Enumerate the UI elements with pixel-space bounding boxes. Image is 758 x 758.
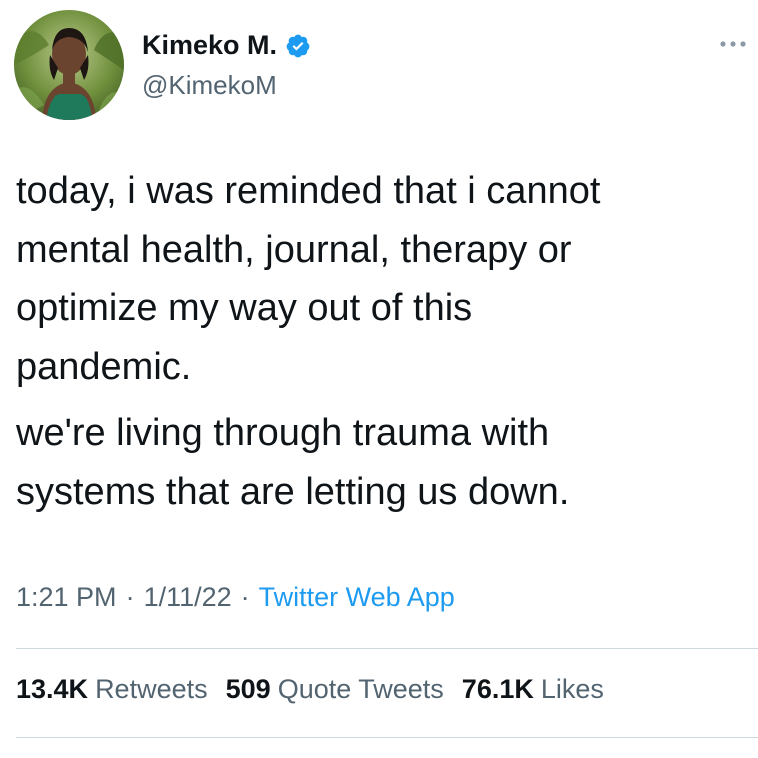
- tweet-source-link[interactable]: Twitter Web App: [259, 582, 455, 613]
- tweet-date[interactable]: 1/11/22: [144, 582, 232, 613]
- tweet-text: today, i was reminded that i cannot ment…: [16, 162, 736, 521]
- avatar[interactable]: [14, 10, 124, 120]
- quote-tweets-label: Quote Tweets: [277, 674, 444, 704]
- author-name-row: Kimeko M.: [142, 30, 311, 61]
- tweet-paragraph: today, i was reminded that i cannot ment…: [16, 170, 601, 388]
- retweets-count: 13.4K: [16, 674, 89, 704]
- author-handle[interactable]: @KimekoM: [142, 70, 277, 101]
- likes-label: Likes: [540, 674, 604, 704]
- avatar-photo: [14, 10, 124, 120]
- more-options-icon[interactable]: [716, 34, 750, 54]
- retweets-stat[interactable]: 13.4K Retweets: [16, 674, 208, 705]
- tweet-paragraph: we're living through trauma with systems…: [16, 412, 570, 513]
- tweet-time[interactable]: 1:21 PM: [16, 582, 117, 613]
- likes-stat[interactable]: 76.1K Likes: [462, 674, 604, 705]
- tweet-meta: 1:21 PM · 1/11/22 · Twitter Web App: [16, 582, 455, 613]
- quote-tweets-count: 509: [225, 674, 271, 704]
- meta-separator: ·: [125, 582, 135, 612]
- verified-badge-icon: [285, 33, 311, 59]
- retweets-label: Retweets: [95, 674, 208, 704]
- tweet-card: Kimeko M. @KimekoM today, i was reminded…: [0, 0, 758, 758]
- tweet-stats: 13.4K Retweets 509 Quote Tweets 76.1K Likes: [16, 674, 604, 705]
- quote-tweets-stat[interactable]: 509 Quote Tweets: [226, 674, 444, 705]
- divider: [16, 737, 758, 738]
- meta-separator: ·: [240, 582, 250, 612]
- author-display-name[interactable]: Kimeko M.: [142, 30, 277, 61]
- divider: [16, 648, 758, 649]
- likes-count: 76.1K: [461, 674, 534, 704]
